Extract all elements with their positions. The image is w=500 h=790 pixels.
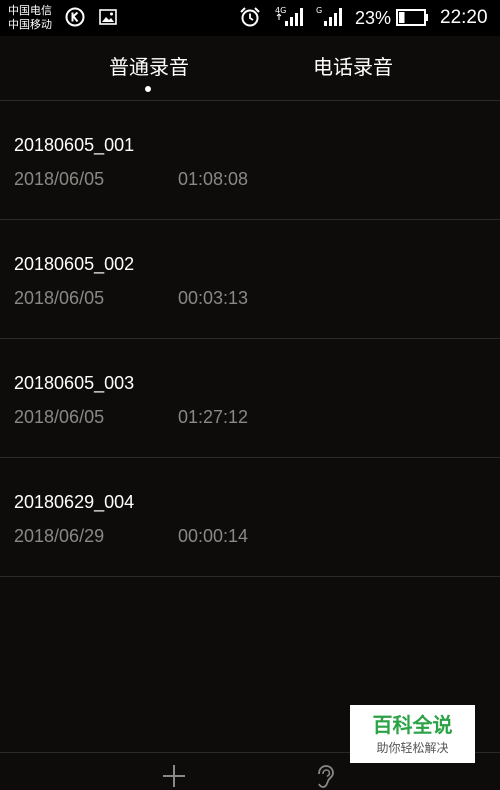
tab-selected-indicator [145, 86, 151, 92]
network-2-label: G [316, 6, 322, 15]
tab-normal-recording[interactable]: 普通录音 [109, 54, 189, 80]
list-item[interactable]: 20180605_003 2018/06/05 01:27:12 [0, 339, 500, 458]
recording-duration: 01:27:12 [178, 407, 249, 427]
list-item[interactable]: 20180605_001 2018/06/05 01:08:08 [0, 101, 500, 220]
recording-duration: 00:00:14 [178, 526, 249, 546]
battery-icon [396, 9, 428, 26]
signal-icon: G [316, 6, 342, 26]
recording-name: 20180629_004 [14, 492, 135, 512]
carrier-info: 中国电信 中国移动 [8, 4, 52, 32]
carrier-1-label: 中国电信 [8, 4, 52, 17]
add-icon[interactable] [162, 764, 186, 788]
recording-date: 2018/06/05 [14, 169, 105, 189]
tab-bar: 普通录音 电话录音 [0, 36, 500, 100]
recording-name: 20180605_002 [14, 254, 135, 274]
list-item[interactable]: 20180605_002 2018/06/05 00:03:13 [0, 220, 500, 339]
recording-date: 2018/06/05 [14, 288, 105, 308]
tab-phone-recording[interactable]: 电话录音 [313, 54, 393, 80]
alarm-icon [240, 7, 260, 27]
ear-icon[interactable] [314, 764, 336, 790]
signal-icon: 4G [275, 6, 303, 26]
list-item[interactable]: 20180629_004 2018/06/29 00:00:14 [0, 458, 500, 577]
watermark-title: 百科全说 [372, 713, 453, 737]
image-icon [99, 9, 117, 25]
recording-name: 20180605_003 [14, 373, 135, 393]
recording-date: 2018/06/29 [14, 526, 105, 546]
recording-name: 20180605_001 [14, 135, 135, 155]
carrier-2-label: 中国移动 [8, 18, 52, 31]
recording-list: 20180605_001 2018/06/05 01:08:08 2018060… [0, 101, 500, 577]
watermark-subtitle: 助你轻松解决 [376, 741, 449, 755]
k-app-icon [65, 7, 85, 27]
watermark-logo: 百科全说 助你轻松解决 [350, 705, 475, 763]
battery-percent: 23% [355, 8, 392, 28]
network-1-label: 4G [275, 6, 286, 15]
status-bar: 中国电信 中国移动 4G G 23% 22:20 [0, 0, 500, 36]
recording-duration: 01:08:08 [178, 169, 249, 189]
clock: 22:20 [440, 7, 488, 28]
recording-date: 2018/06/05 [14, 407, 105, 427]
recording-duration: 00:03:13 [178, 288, 249, 308]
